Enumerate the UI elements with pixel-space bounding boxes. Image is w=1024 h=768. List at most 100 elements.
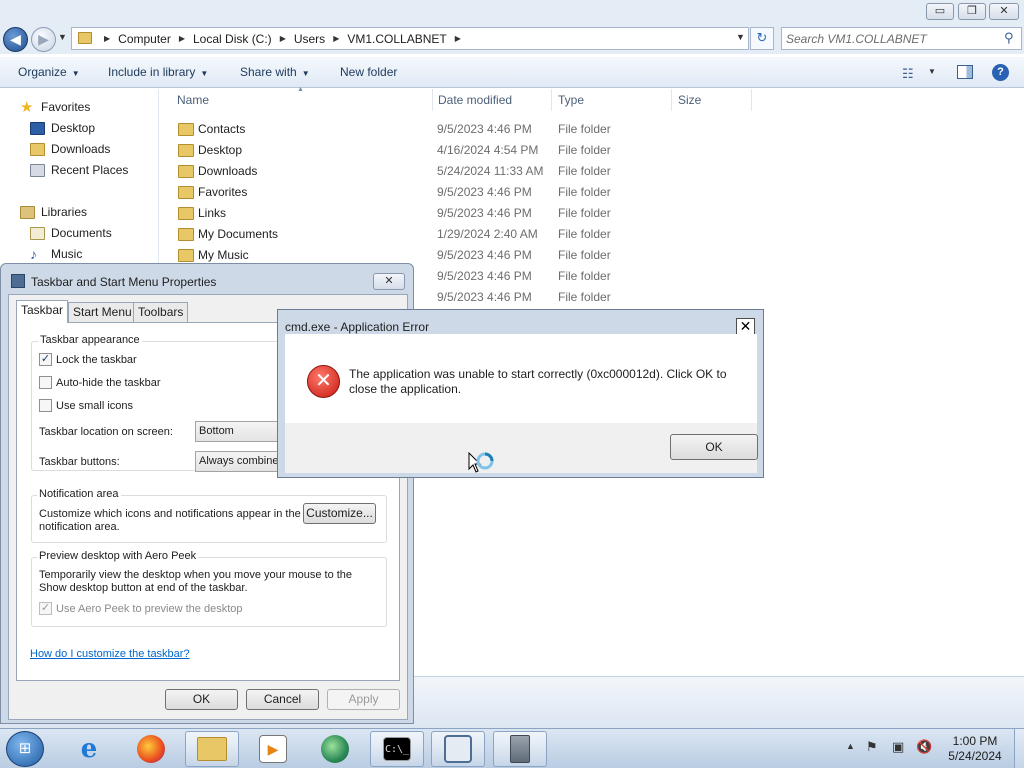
error-icon: ✕ (307, 365, 340, 398)
close-button[interactable]: ✕ (989, 3, 1019, 20)
breadcrumb-separator-icon[interactable]: ▶ (280, 34, 286, 43)
view-options-icon[interactable]: ☷ (902, 66, 914, 82)
show-desktop-button[interactable] (1014, 729, 1024, 768)
apply-button: Apply (327, 689, 400, 710)
breadcrumb-local-disk[interactable]: Local Disk (C:) (193, 32, 272, 46)
search-icon[interactable]: ⚲ (1004, 30, 1014, 46)
breadcrumb-separator-icon[interactable]: ▶ (455, 34, 461, 43)
maximize-button[interactable]: ❐ (958, 3, 986, 20)
column-header-name[interactable]: Name (177, 93, 209, 107)
search-input[interactable] (786, 30, 996, 47)
taskbar-windows-explorer[interactable] (185, 731, 239, 767)
recent-pages-dropdown[interactable]: ▼ (58, 32, 67, 42)
address-bar[interactable]: ▶ Computer ▶ Local Disk (C:) ▶ Users ▶ V… (71, 27, 749, 50)
taskbar-command-prompt[interactable]: C:\_ (370, 731, 424, 767)
column-header-type[interactable]: Type (558, 93, 584, 107)
clock[interactable]: 1:00 PM 5/24/2024 (945, 734, 1005, 764)
folder-icon (178, 249, 194, 262)
taskbar-firefox[interactable] (124, 731, 178, 767)
file-row[interactable]: Downloads 5/24/2024 11:33 AM File folder (172, 161, 752, 182)
nav-recent-places[interactable]: Recent Places (30, 163, 128, 177)
nav-documents[interactable]: Documents (30, 226, 112, 240)
taskbar-server-manager[interactable] (493, 731, 547, 767)
organize-menu[interactable]: Organize ▼ (18, 65, 80, 79)
address-dropdown-icon[interactable]: ▼ (736, 32, 745, 42)
taskbar-eclipse[interactable] (308, 731, 362, 767)
column-divider[interactable] (751, 89, 752, 111)
clock-date: 5/24/2024 (948, 749, 1002, 763)
nav-favorites[interactable]: ★ Favorites (20, 100, 91, 115)
file-row[interactable]: Favorites 9/5/2023 4:46 PM File folder (172, 182, 752, 203)
forward-button[interactable]: ▶ (31, 27, 56, 52)
customize-button[interactable]: Customize... (303, 503, 376, 524)
column-divider[interactable] (551, 89, 552, 111)
cancel-button[interactable]: Cancel (246, 689, 319, 710)
music-note-icon: ♪ (30, 245, 37, 262)
file-row[interactable]: Contacts 9/5/2023 4:46 PM File folder (172, 119, 752, 140)
breadcrumb-computer[interactable]: Computer (118, 32, 171, 46)
taskbar-location-select[interactable]: Bottom (195, 421, 287, 442)
error-ok-button[interactable]: OK (670, 434, 758, 460)
lock-taskbar-checkbox[interactable]: ✓ Lock the taskbar (39, 353, 137, 366)
notification-description: Customize which icons and notifications … (39, 508, 301, 533)
column-divider[interactable] (671, 89, 672, 111)
taskbar-media-player[interactable]: ▶ (246, 731, 300, 767)
breadcrumb-user-folder[interactable]: VM1.COLLABNET (347, 32, 446, 46)
file-row[interactable]: My Documents 1/29/2024 2:40 AM File fold… (172, 224, 752, 245)
folder-icon (178, 228, 194, 241)
network-icon[interactable]: ▣ (892, 739, 904, 755)
dialog-close-button[interactable]: ✕ (373, 273, 405, 290)
breadcrumb-separator-icon[interactable]: ▶ (104, 34, 110, 43)
error-footer: OK (285, 423, 758, 473)
taskbar-internet-explorer[interactable]: e (62, 731, 116, 767)
include-in-library-menu[interactable]: Include in library ▼ (108, 65, 208, 79)
breadcrumb-separator-icon[interactable]: ▶ (333, 34, 339, 43)
taskbar-taskbar-properties[interactable] (431, 731, 485, 767)
tab-taskbar[interactable]: Taskbar (16, 300, 69, 323)
new-folder-button[interactable]: New folder (340, 65, 397, 79)
start-button[interactable]: ⊞ (6, 731, 44, 767)
ok-button[interactable]: OK (165, 689, 238, 710)
breadcrumb: ▶ Computer ▶ Local Disk (C:) ▶ Users ▶ V… (96, 28, 469, 49)
file-date: 4/16/2024 4:54 PM (437, 143, 539, 157)
column-header-date-modified[interactable]: Date modified (438, 93, 512, 107)
help-icon[interactable]: ? (992, 64, 1009, 81)
nav-music[interactable]: ♪ Music (30, 245, 82, 262)
tab-toolbars[interactable]: Toolbars (133, 302, 189, 322)
group-heading: Preview desktop with Aero Peek (37, 550, 199, 562)
breadcrumb-users[interactable]: Users (294, 32, 325, 46)
tab-start-menu[interactable]: Start Menu (68, 302, 137, 322)
back-button[interactable]: ◀ (3, 27, 28, 52)
nav-libraries[interactable]: Libraries (20, 205, 87, 219)
nav-desktop-label: Desktop (51, 121, 96, 135)
nav-downloads[interactable]: Downloads (30, 142, 110, 156)
share-with-menu[interactable]: Share with ▼ (240, 65, 310, 79)
group-heading: Notification area (37, 488, 121, 500)
action-center-flag-icon[interactable]: ⚑ (866, 739, 878, 755)
column-divider[interactable] (432, 89, 433, 111)
file-row[interactable]: Desktop 4/16/2024 4:54 PM File folder (172, 140, 752, 161)
small-icons-checkbox[interactable]: Use small icons (39, 399, 133, 412)
file-row[interactable]: Links 9/5/2023 4:46 PM File folder (172, 203, 752, 224)
autohide-taskbar-checkbox[interactable]: Auto-hide the taskbar (39, 376, 161, 389)
breadcrumb-separator-icon[interactable]: ▶ (179, 34, 185, 43)
file-date: 1/29/2024 2:40 AM (437, 227, 538, 241)
refresh-button[interactable]: ↻ (750, 27, 774, 50)
help-link[interactable]: How do I customize the taskbar? (30, 648, 190, 660)
volume-muted-icon[interactable]: 🔇 (916, 739, 932, 755)
show-hidden-icons-icon[interactable]: ▲ (846, 741, 855, 751)
command-prompt-icon: C:\_ (383, 737, 411, 761)
file-type: File folder (558, 269, 611, 283)
maximize-icon: ❐ (967, 5, 977, 17)
file-type: File folder (558, 122, 611, 136)
view-dropdown-icon[interactable]: ▼ (928, 67, 936, 76)
taskbar-buttons-select[interactable]: Always combine (195, 451, 287, 472)
eclipse-icon (321, 735, 349, 763)
nav-desktop[interactable]: Desktop (30, 121, 95, 135)
preview-pane-icon[interactable] (957, 65, 973, 79)
minimize-button[interactable]: ▭ (926, 3, 954, 20)
column-header-size[interactable]: Size (678, 93, 701, 107)
nav-favorites-label: Favorites (41, 100, 91, 114)
application-error-dialog: cmd.exe - Application Error ✕ ✕ The appl… (277, 309, 764, 478)
search-box[interactable]: ⚲ (781, 27, 1022, 50)
